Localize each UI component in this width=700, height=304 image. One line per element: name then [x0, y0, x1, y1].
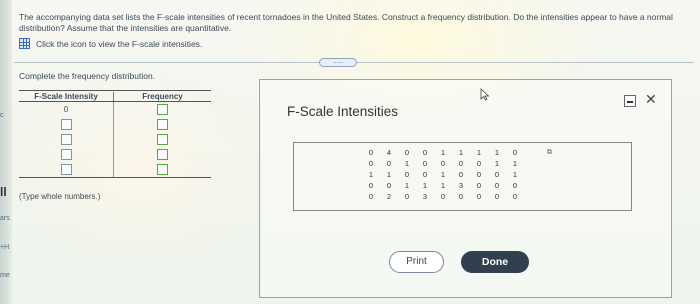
frequency-input[interactable] — [157, 134, 168, 145]
data-cell: 1 — [368, 170, 374, 179]
table-icon[interactable] — [19, 38, 30, 49]
data-cell: 0 — [440, 159, 446, 168]
frequency-input[interactable] — [157, 104, 168, 115]
data-cell: 0 — [476, 192, 482, 201]
data-cell: 0 — [422, 148, 428, 157]
table-header: F-Scale Intensity Frequency — [19, 90, 211, 102]
edge-text: +H — [0, 244, 10, 251]
data-cell: 0 — [458, 170, 464, 179]
data-cell: 0 — [494, 181, 500, 190]
data-cell: 0 — [476, 181, 482, 190]
data-cell: 1 — [494, 159, 500, 168]
data-cell: 1 — [440, 170, 446, 179]
data-cell: 0 — [368, 148, 374, 157]
data-cell: 1 — [476, 148, 482, 157]
frequency-input[interactable] — [157, 149, 168, 160]
data-cell: 1 — [440, 148, 446, 157]
data-hint-link[interactable]: Click the icon to view the F-scale inten… — [19, 38, 202, 49]
data-cell: 0 — [512, 148, 518, 157]
table-row — [19, 132, 211, 147]
data-cell: 0 — [404, 170, 410, 179]
data-cell: 0 — [512, 192, 518, 201]
frequency-input[interactable] — [157, 164, 168, 175]
data-cell: 0 — [512, 181, 518, 190]
data-cell — [524, 159, 542, 170]
data-cell: 0 — [368, 181, 374, 190]
expand-button[interactable]: ...... — [319, 58, 357, 67]
data-cell: 0 — [368, 192, 374, 201]
data-cell: 1 — [512, 170, 518, 179]
table-footer-rule — [19, 177, 211, 178]
hint-text: Click the icon to view the F-scale inten… — [36, 38, 203, 49]
header-frequency: Frequency — [142, 91, 183, 101]
frequency-table: F-Scale Intensity Frequency 0 — [19, 90, 211, 178]
data-cell: 0 — [368, 159, 374, 168]
header-intensity: F-Scale Intensity — [19, 91, 114, 101]
data-cell: 0 — [422, 170, 428, 179]
minimize-button[interactable] — [624, 95, 636, 107]
intensity-input[interactable] — [60, 119, 72, 130]
copy-icon[interactable]: ⧉ — [547, 149, 552, 157]
intensity-input[interactable] — [60, 164, 72, 175]
data-cell: 1 — [512, 159, 518, 168]
data-cell — [524, 192, 542, 203]
intensity-input[interactable] — [60, 134, 72, 145]
data-cell: 1 — [422, 181, 428, 190]
data-cell — [524, 148, 542, 159]
table-row — [19, 117, 211, 132]
print-button[interactable]: Print — [389, 251, 444, 273]
data-cell: 1 — [404, 159, 410, 168]
data-cell: 0 — [440, 192, 446, 201]
edge-text: ll — [0, 185, 7, 199]
table-row: 0 — [19, 102, 211, 117]
data-cell: 0 — [476, 170, 482, 179]
instructions: Complete the frequency distribution. — [19, 71, 156, 81]
data-cell: 1 — [386, 170, 392, 179]
data-cell: 0 — [476, 159, 482, 168]
frequency-input[interactable] — [157, 119, 168, 130]
intensity-value: 0 — [63, 105, 69, 114]
left-panel-edge — [0, 0, 12, 304]
data-cell: 0 — [404, 192, 410, 201]
table-row — [19, 147, 211, 162]
edge-text: me — [0, 272, 10, 279]
data-cell: 1 — [404, 181, 410, 190]
data-cell: 0 — [458, 159, 464, 168]
data-cell: 0 — [422, 159, 428, 168]
table-row — [19, 162, 211, 177]
done-button[interactable]: Done — [461, 251, 529, 273]
data-cell — [524, 170, 542, 181]
type-note: (Type whole numbers.) — [19, 192, 101, 201]
data-cell: 1 — [494, 148, 500, 157]
popup-title: F-Scale Intensities — [287, 104, 399, 119]
edge-text: c — [0, 112, 4, 119]
data-cell: 0 — [386, 159, 392, 168]
data-cell: 1 — [458, 148, 464, 157]
close-icon[interactable]: ✕ — [645, 92, 657, 106]
data-cell — [524, 181, 542, 192]
data-cell: 3 — [422, 192, 428, 201]
data-cell: 1 — [440, 181, 446, 190]
data-cell: 0 — [386, 181, 392, 190]
data-cell: 0 — [458, 192, 464, 201]
intensity-input[interactable] — [60, 149, 72, 160]
data-cell: 0 — [494, 170, 500, 179]
data-cell: 2 — [386, 192, 392, 201]
data-cell: 4 — [386, 148, 392, 157]
data-cell: 0 — [494, 192, 500, 201]
cursor-icon — [480, 88, 490, 101]
data-cell: 0 — [404, 148, 410, 157]
edge-text: ars — [0, 215, 10, 222]
data-cell: 3 — [458, 181, 464, 190]
f-scale-data-grid: 0 4 0 0 1 1 1 1 0 0 0 1 0 0 0 0 1 1 1 1 0 0 1 0 0 0 1 0 0 1 1 1 3 0 0 0 0 2 0 3… — [362, 148, 542, 203]
question-text: The accompanying data set lists the F-sc… — [19, 12, 673, 33]
